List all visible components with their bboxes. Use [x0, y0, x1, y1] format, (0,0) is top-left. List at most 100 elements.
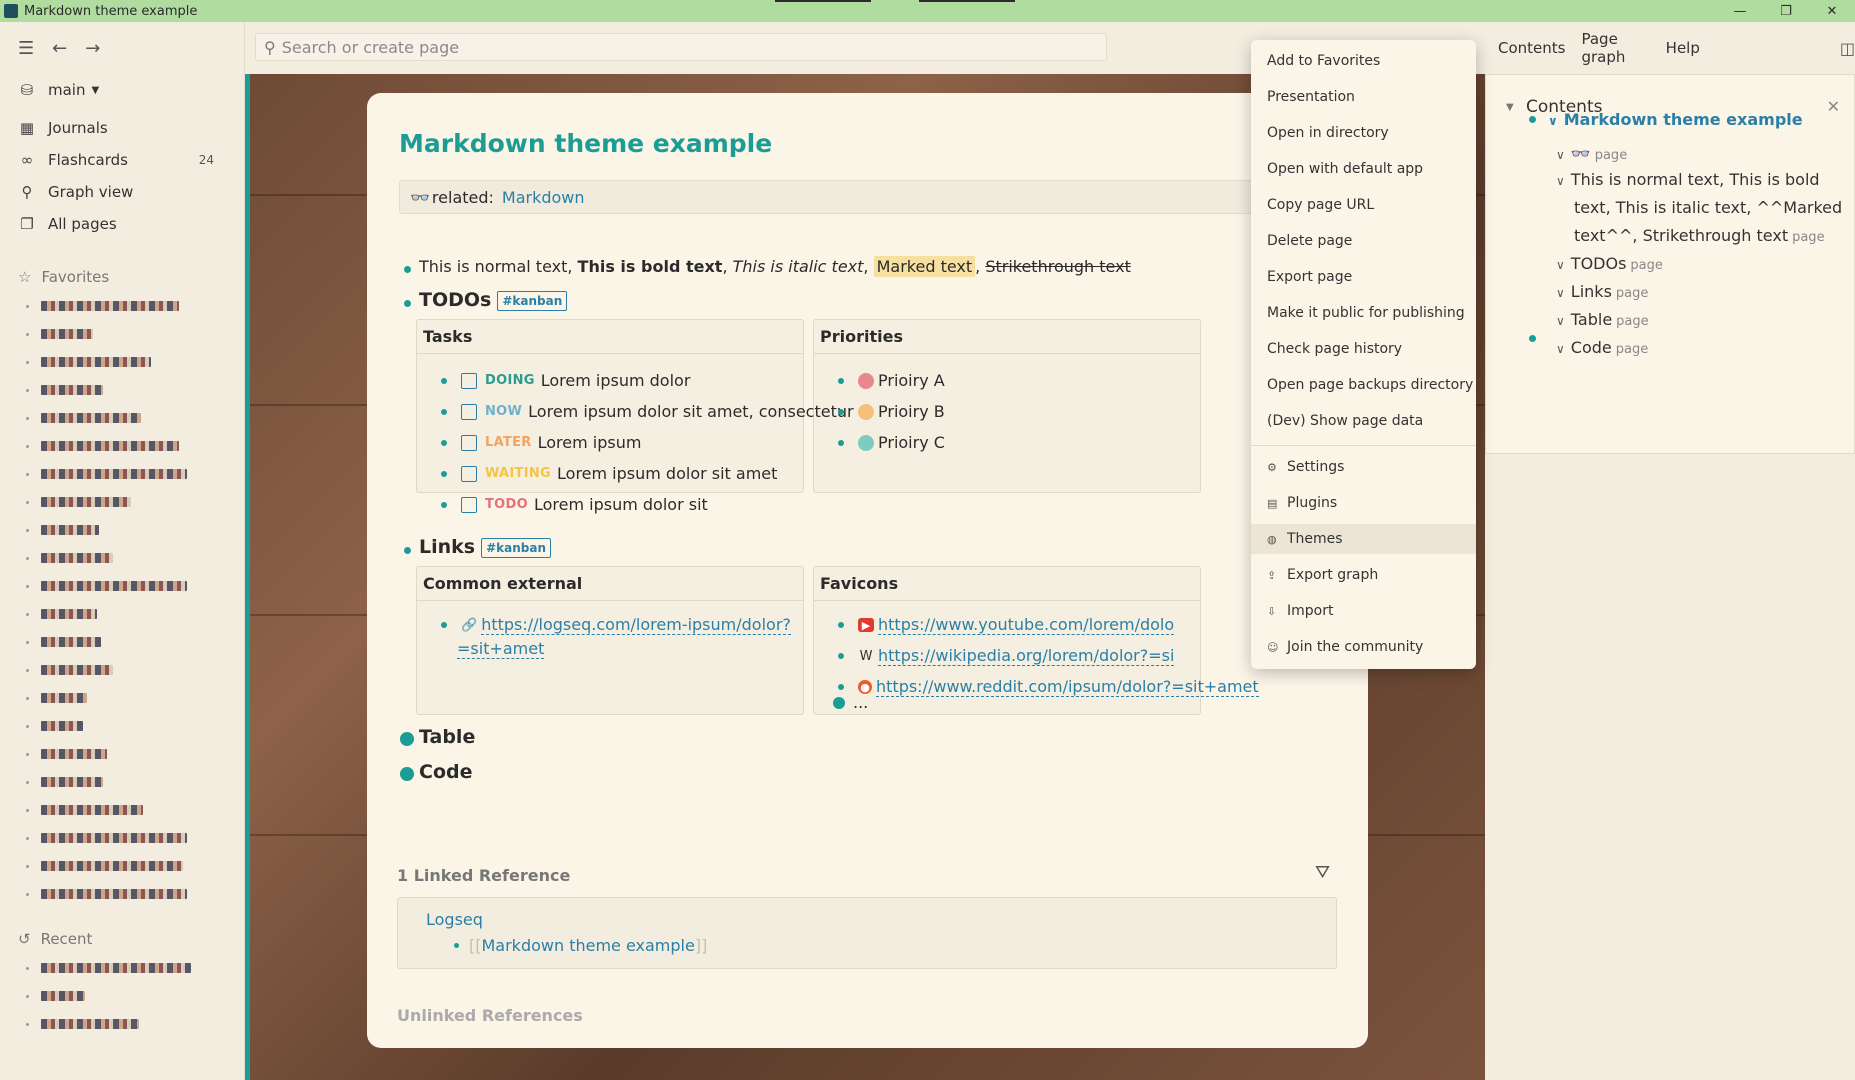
task-marker[interactable]: LATER: [485, 435, 532, 450]
menu-item[interactable]: Open page backups directory: [1251, 370, 1476, 400]
block-bullet[interactable]: [838, 408, 844, 415]
text-block[interactable]: This is normal text, This is bold text, …: [419, 256, 1131, 277]
kanban-tag[interactable]: #kanban: [497, 290, 568, 311]
task-marker[interactable]: DOING: [485, 373, 535, 388]
favorite-item[interactable]: [0, 768, 244, 796]
external-link-continued[interactable]: =sit+amet: [457, 639, 545, 659]
block-bullet[interactable]: [838, 377, 844, 384]
right-sidebar-toggle-icon[interactable]: ◫: [1840, 39, 1855, 58]
contents-item[interactable]: ∨ 👓 page: [1556, 144, 1627, 163]
task-checkbox[interactable]: [461, 465, 477, 482]
favorite-item[interactable]: [0, 404, 244, 432]
block-bullet[interactable]: [404, 300, 411, 307]
menu-item[interactable]: Delete page: [1251, 226, 1476, 256]
favorite-item[interactable]: [0, 656, 244, 684]
task-checkbox[interactable]: [461, 434, 477, 451]
block-bullet[interactable]: [404, 266, 411, 273]
code-heading[interactable]: Code: [419, 761, 472, 783]
contents-item[interactable]: text, This is italic text, ^^Marked: [1574, 198, 1842, 217]
favorite-item[interactable]: [0, 460, 244, 488]
favorite-item[interactable]: [0, 684, 244, 712]
block-bullet[interactable]: [1529, 116, 1536, 123]
minimize-button[interactable]: —: [1717, 0, 1763, 22]
block-bullet[interactable]: [838, 653, 844, 659]
menu-item-themes[interactable]: ◍ Themes: [1251, 524, 1476, 554]
close-window-button[interactable]: ✕: [1809, 0, 1855, 22]
block-bullet[interactable]: [441, 439, 447, 446]
linked-references-header[interactable]: 1 Linked Reference: [397, 866, 570, 885]
contents-item[interactable]: ∨ Table page: [1556, 310, 1649, 329]
menu-item[interactable]: Check page history: [1251, 334, 1476, 364]
block-bullet[interactable]: [441, 470, 447, 477]
menu-item[interactable]: Copy page URL: [1251, 190, 1476, 220]
favorite-item[interactable]: [0, 880, 244, 908]
contents-link[interactable]: Contents: [1498, 39, 1565, 57]
contents-page-link[interactable]: ∨ Markdown theme example: [1548, 110, 1803, 129]
favorite-item[interactable]: [0, 796, 244, 824]
task-marker[interactable]: NOW: [485, 404, 522, 419]
empty-block-bullet[interactable]: [1529, 335, 1536, 342]
menu-item-join-the-community[interactable]: ☺ Join the community: [1251, 632, 1476, 662]
favorite-item[interactable]: [0, 292, 244, 320]
menu-icon[interactable]: ☰: [18, 38, 34, 59]
contents-item[interactable]: ∨ Links page: [1556, 282, 1648, 301]
block-bullet[interactable]: [441, 501, 447, 508]
favorite-item[interactable]: [0, 712, 244, 740]
favorite-item[interactable]: [0, 320, 244, 348]
contents-item[interactable]: ∨ Code page: [1556, 338, 1648, 357]
close-icon[interactable]: ✕: [1827, 97, 1840, 116]
favicon-link[interactable]: https://wikipedia.org/lorem/dolor?=si: [878, 646, 1175, 666]
menu-item[interactable]: Add to Favorites: [1251, 46, 1476, 76]
task-marker[interactable]: TODO: [485, 497, 528, 512]
sidebar-item-all-pages[interactable]: ❐ All pages: [0, 208, 244, 240]
block-bullet[interactable]: [441, 622, 447, 628]
sidebar-item-journals[interactable]: ▦ Journals: [0, 112, 244, 144]
recent-item[interactable]: [0, 1010, 244, 1038]
search-input[interactable]: ⚲ Search or create page: [255, 33, 1107, 61]
block-bullet[interactable]: [838, 439, 844, 446]
menu-item-import[interactable]: ⇩ Import: [1251, 596, 1476, 626]
recent-header[interactable]: ↺ Recent: [0, 924, 244, 954]
block-bullet[interactable]: [441, 377, 447, 384]
recent-item[interactable]: [0, 954, 244, 982]
menu-item[interactable]: Open in directory: [1251, 118, 1476, 148]
recent-item[interactable]: [0, 982, 244, 1010]
links-heading[interactable]: Links #kanban: [419, 536, 551, 558]
favorites-header[interactable]: ☆ Favorites: [0, 262, 244, 292]
page-reference-link[interactable]: Markdown theme example: [481, 936, 694, 955]
menu-item[interactable]: Make it public for publishing: [1251, 298, 1476, 328]
favorite-item[interactable]: [0, 432, 244, 460]
menu-item[interactable]: Export page: [1251, 262, 1476, 292]
favorite-item[interactable]: [0, 824, 244, 852]
menu-item[interactable]: (Dev) Show page data: [1251, 406, 1476, 436]
task-marker[interactable]: WAITING: [485, 466, 551, 481]
contents-item[interactable]: ∨ TODOs page: [1556, 254, 1663, 273]
reference-block[interactable]: [[Markdown theme example]]: [454, 936, 707, 955]
graph-selector[interactable]: ⛁ main ▼: [0, 74, 244, 106]
favorite-item[interactable]: [0, 600, 244, 628]
favorite-item[interactable]: [0, 572, 244, 600]
collapsed-bullet[interactable]: [400, 732, 414, 746]
page-properties[interactable]: 👓 related: Markdown: [399, 180, 1279, 214]
collapsed-bullet[interactable]: [400, 767, 414, 781]
contents-item[interactable]: text^^, Strikethrough text page: [1574, 226, 1825, 245]
task-checkbox[interactable]: [461, 403, 477, 420]
menu-item[interactable]: Open with default app: [1251, 154, 1476, 184]
sidebar-resize-handle[interactable]: [245, 74, 250, 1080]
menu-item-settings[interactable]: ⚙ Settings: [1251, 452, 1476, 482]
favorite-item[interactable]: [0, 740, 244, 768]
page-graph-link[interactable]: Page graph: [1581, 30, 1649, 66]
favicon-link[interactable]: https://www.reddit.com/ipsum/dolor?=sit+…: [876, 677, 1259, 697]
favorite-item[interactable]: [0, 516, 244, 544]
menu-item-plugins[interactable]: ▤ Plugins: [1251, 488, 1476, 518]
favicon-link[interactable]: https://www.youtube.com/lorem/dolo: [878, 615, 1175, 635]
block-bullet[interactable]: [838, 622, 844, 628]
menu-item-export-graph[interactable]: ⇪ Export graph: [1251, 560, 1476, 590]
sidebar-item-flashcards[interactable]: ∞ Flashcards 24: [0, 144, 244, 176]
property-value-link[interactable]: Markdown: [502, 188, 585, 207]
favorite-item[interactable]: [0, 488, 244, 516]
forward-arrow-icon[interactable]: →: [85, 38, 100, 59]
help-link[interactable]: Help: [1666, 39, 1700, 57]
favorite-item[interactable]: [0, 852, 244, 880]
filter-icon[interactable]: ⛛: [1315, 862, 1330, 883]
